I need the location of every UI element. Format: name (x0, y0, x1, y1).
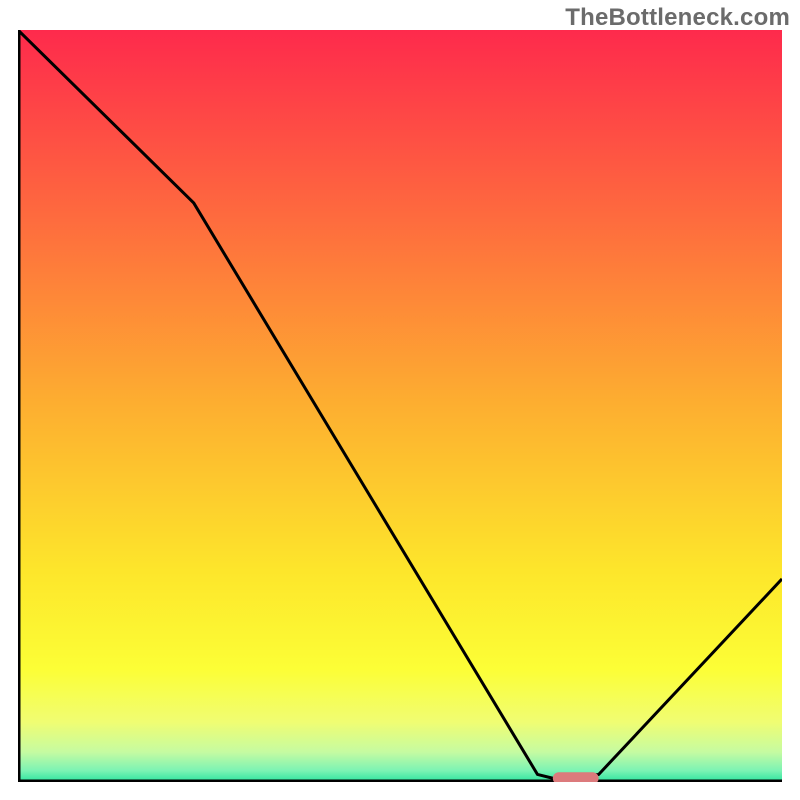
chart-container: TheBottleneck.com (0, 0, 800, 800)
bottleneck-chart (18, 30, 782, 782)
chart-svg (18, 30, 782, 782)
watermark-text: TheBottleneck.com (565, 4, 790, 32)
optimal-marker (553, 772, 599, 782)
